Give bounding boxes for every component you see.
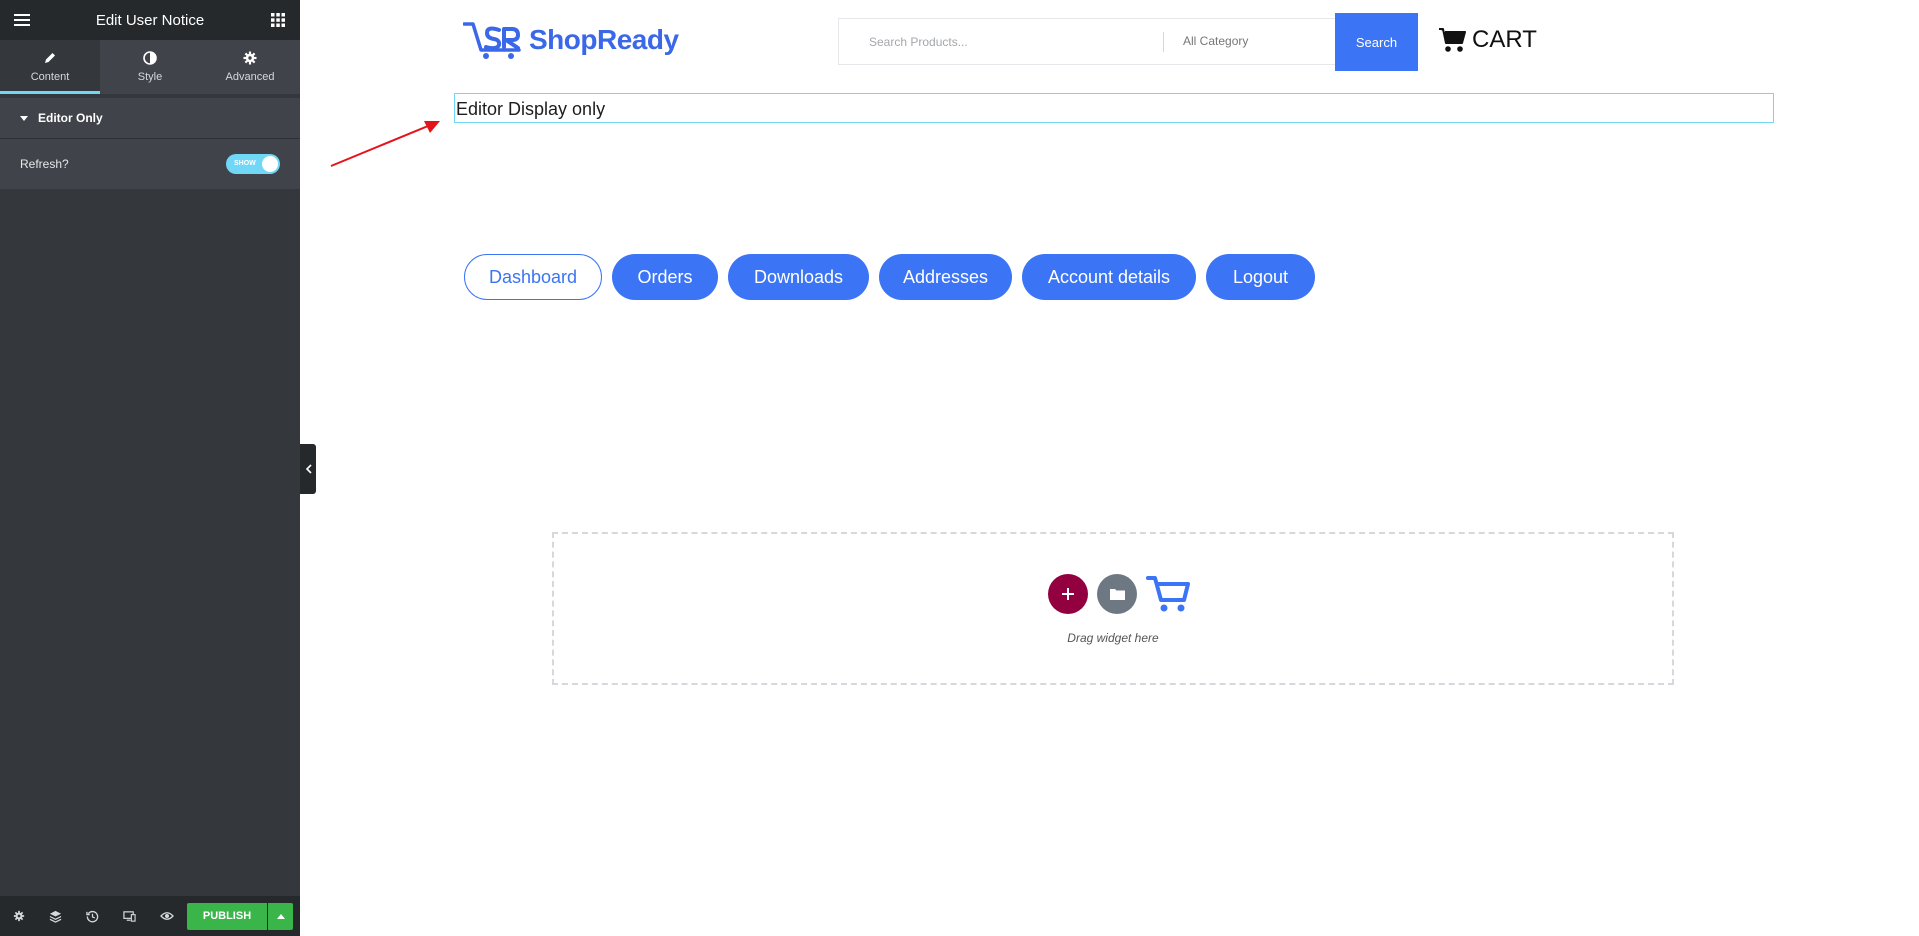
section-title: Editor Only xyxy=(38,111,103,125)
publish-options-button[interactable] xyxy=(268,902,293,930)
user-notice-box[interactable]: Editor Display only xyxy=(454,93,1774,123)
section-editor-only[interactable]: Editor Only xyxy=(0,98,300,139)
add-template-button[interactable] xyxy=(1097,574,1137,614)
refresh-toggle[interactable]: SHOW xyxy=(226,154,280,174)
panel-footer: PUBLISH xyxy=(0,896,300,936)
search-input[interactable] xyxy=(839,19,1159,64)
shopready-cart-icon[interactable] xyxy=(1146,574,1190,614)
logo-text: ShopReady xyxy=(529,24,679,55)
nav-orders[interactable]: Orders xyxy=(612,254,718,300)
add-section-button[interactable] xyxy=(1048,574,1088,614)
tab-advanced-label: Advanced xyxy=(225,71,275,83)
shopready-logo-mark xyxy=(463,22,521,59)
site-logo[interactable]: ShopReady xyxy=(463,20,679,60)
hamburger-icon[interactable] xyxy=(12,10,32,30)
search-divider xyxy=(1163,32,1164,52)
nav-logout[interactable]: Logout xyxy=(1206,254,1315,300)
tab-style[interactable]: Style xyxy=(100,40,200,94)
panel-collapse-toggle[interactable] xyxy=(300,444,316,494)
grid-icon[interactable] xyxy=(268,10,288,30)
pencil-icon xyxy=(45,53,55,63)
settings-icon[interactable] xyxy=(0,896,37,936)
search-button[interactable]: Search xyxy=(1335,13,1418,71)
widget-dropzone[interactable]: Drag widget here xyxy=(552,532,1674,685)
account-navigation: Dashboard Orders Downloads Addresses Acc… xyxy=(464,254,1325,300)
dropzone-hint: Drag widget here xyxy=(1067,631,1159,645)
search-bar: All Category xyxy=(838,18,1352,65)
publish-button[interactable]: PUBLISH xyxy=(187,902,267,930)
panel-title: Edit User Notice xyxy=(95,11,205,29)
half-circle-icon xyxy=(143,51,157,65)
toggle-knob xyxy=(262,156,278,172)
nav-downloads[interactable]: Downloads xyxy=(728,254,869,300)
chevron-left-icon xyxy=(305,464,312,474)
caret-up-icon xyxy=(276,913,285,919)
layers-icon[interactable] xyxy=(37,896,74,936)
dropzone-actions xyxy=(1048,574,1190,614)
gear-icon xyxy=(243,51,257,65)
panel-header: Edit User Notice xyxy=(0,0,300,40)
plus-icon xyxy=(1062,588,1074,600)
nav-addresses[interactable]: Addresses xyxy=(879,254,1012,300)
tab-advanced[interactable]: Advanced xyxy=(200,40,300,94)
toggle-text: SHOW xyxy=(234,160,256,167)
folder-icon xyxy=(1109,589,1125,600)
tab-content[interactable]: Content xyxy=(0,40,100,94)
cart-icon xyxy=(1439,28,1466,52)
panel-tabs: Content Style Advanced xyxy=(0,40,300,94)
annotation-arrow xyxy=(330,121,440,167)
responsive-icon[interactable] xyxy=(111,896,148,936)
tab-content-label: Content xyxy=(30,71,70,83)
caret-down-icon xyxy=(20,115,28,121)
cart-link[interactable]: CART xyxy=(1438,26,1537,54)
preview-eye-icon[interactable] xyxy=(148,896,185,936)
nav-dashboard[interactable]: Dashboard xyxy=(464,254,602,300)
tab-style-label: Style xyxy=(137,71,163,83)
control-label: Refresh? xyxy=(20,157,69,171)
control-refresh: Refresh? SHOW xyxy=(0,139,300,189)
cart-label: CART xyxy=(1472,26,1537,53)
category-select[interactable]: All Category xyxy=(1183,19,1248,64)
history-icon[interactable] xyxy=(74,896,111,936)
editor-panel: Edit User Notice Content Style Advanced … xyxy=(0,0,300,936)
nav-account-details[interactable]: Account details xyxy=(1022,254,1196,300)
